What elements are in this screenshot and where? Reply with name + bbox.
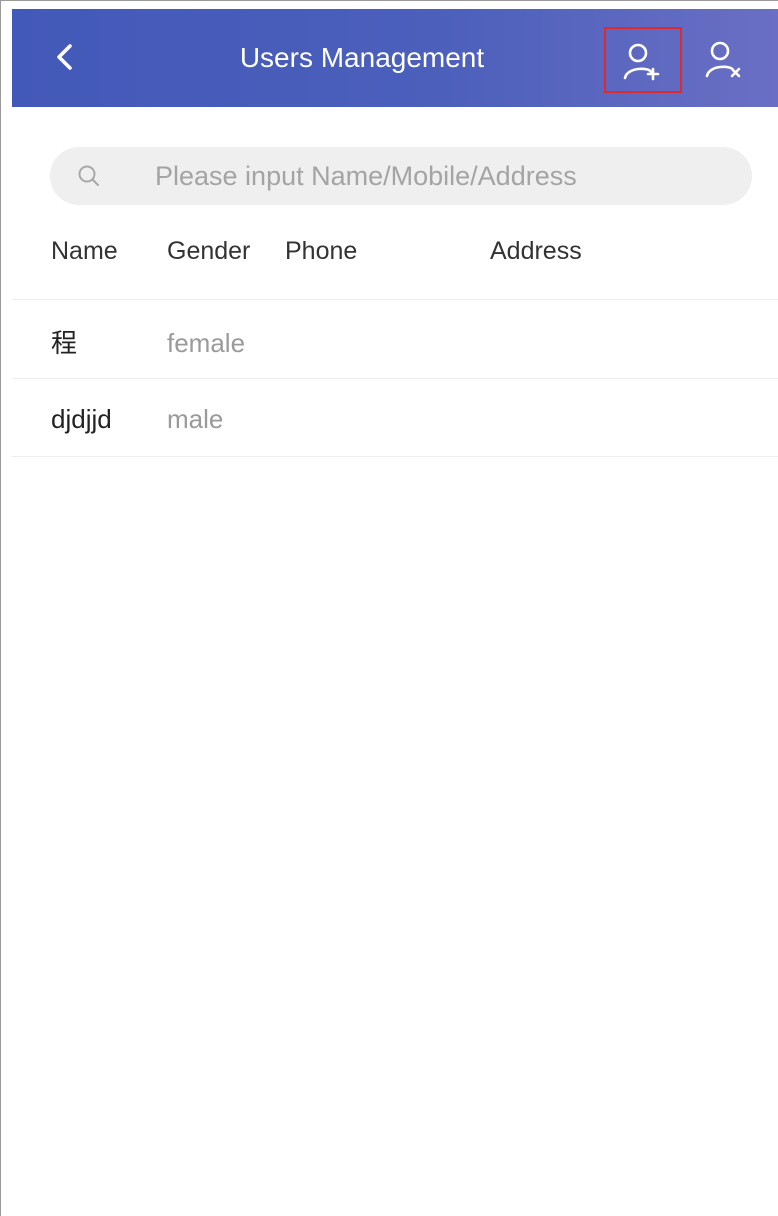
search-bar[interactable] <box>50 147 752 205</box>
row-gender: male <box>167 404 224 434</box>
row-name: 程 <box>51 328 78 358</box>
search-icon <box>78 165 99 186</box>
row-name: djdjjd <box>51 404 112 434</box>
user-add-icon <box>623 43 660 81</box>
user-remove-icon <box>705 41 741 78</box>
search-input[interactable] <box>155 147 735 205</box>
header-divider <box>12 299 778 300</box>
row-divider <box>12 456 778 457</box>
app-screen: Users Management Name Gender Pho <box>0 0 778 1216</box>
page-title: Users Management <box>239 42 485 73</box>
app-header: Users Management <box>12 9 778 107</box>
add-user-button[interactable] <box>604 27 682 93</box>
remove-user-button[interactable] <box>697 27 757 93</box>
column-header-name[interactable]: Name <box>51 234 118 268</box>
column-header-address[interactable]: Address <box>490 234 582 268</box>
row-divider <box>12 378 778 379</box>
column-header-gender[interactable]: Gender <box>167 234 250 268</box>
column-header-phone[interactable]: Phone <box>285 234 357 268</box>
row-gender: female <box>167 328 246 358</box>
